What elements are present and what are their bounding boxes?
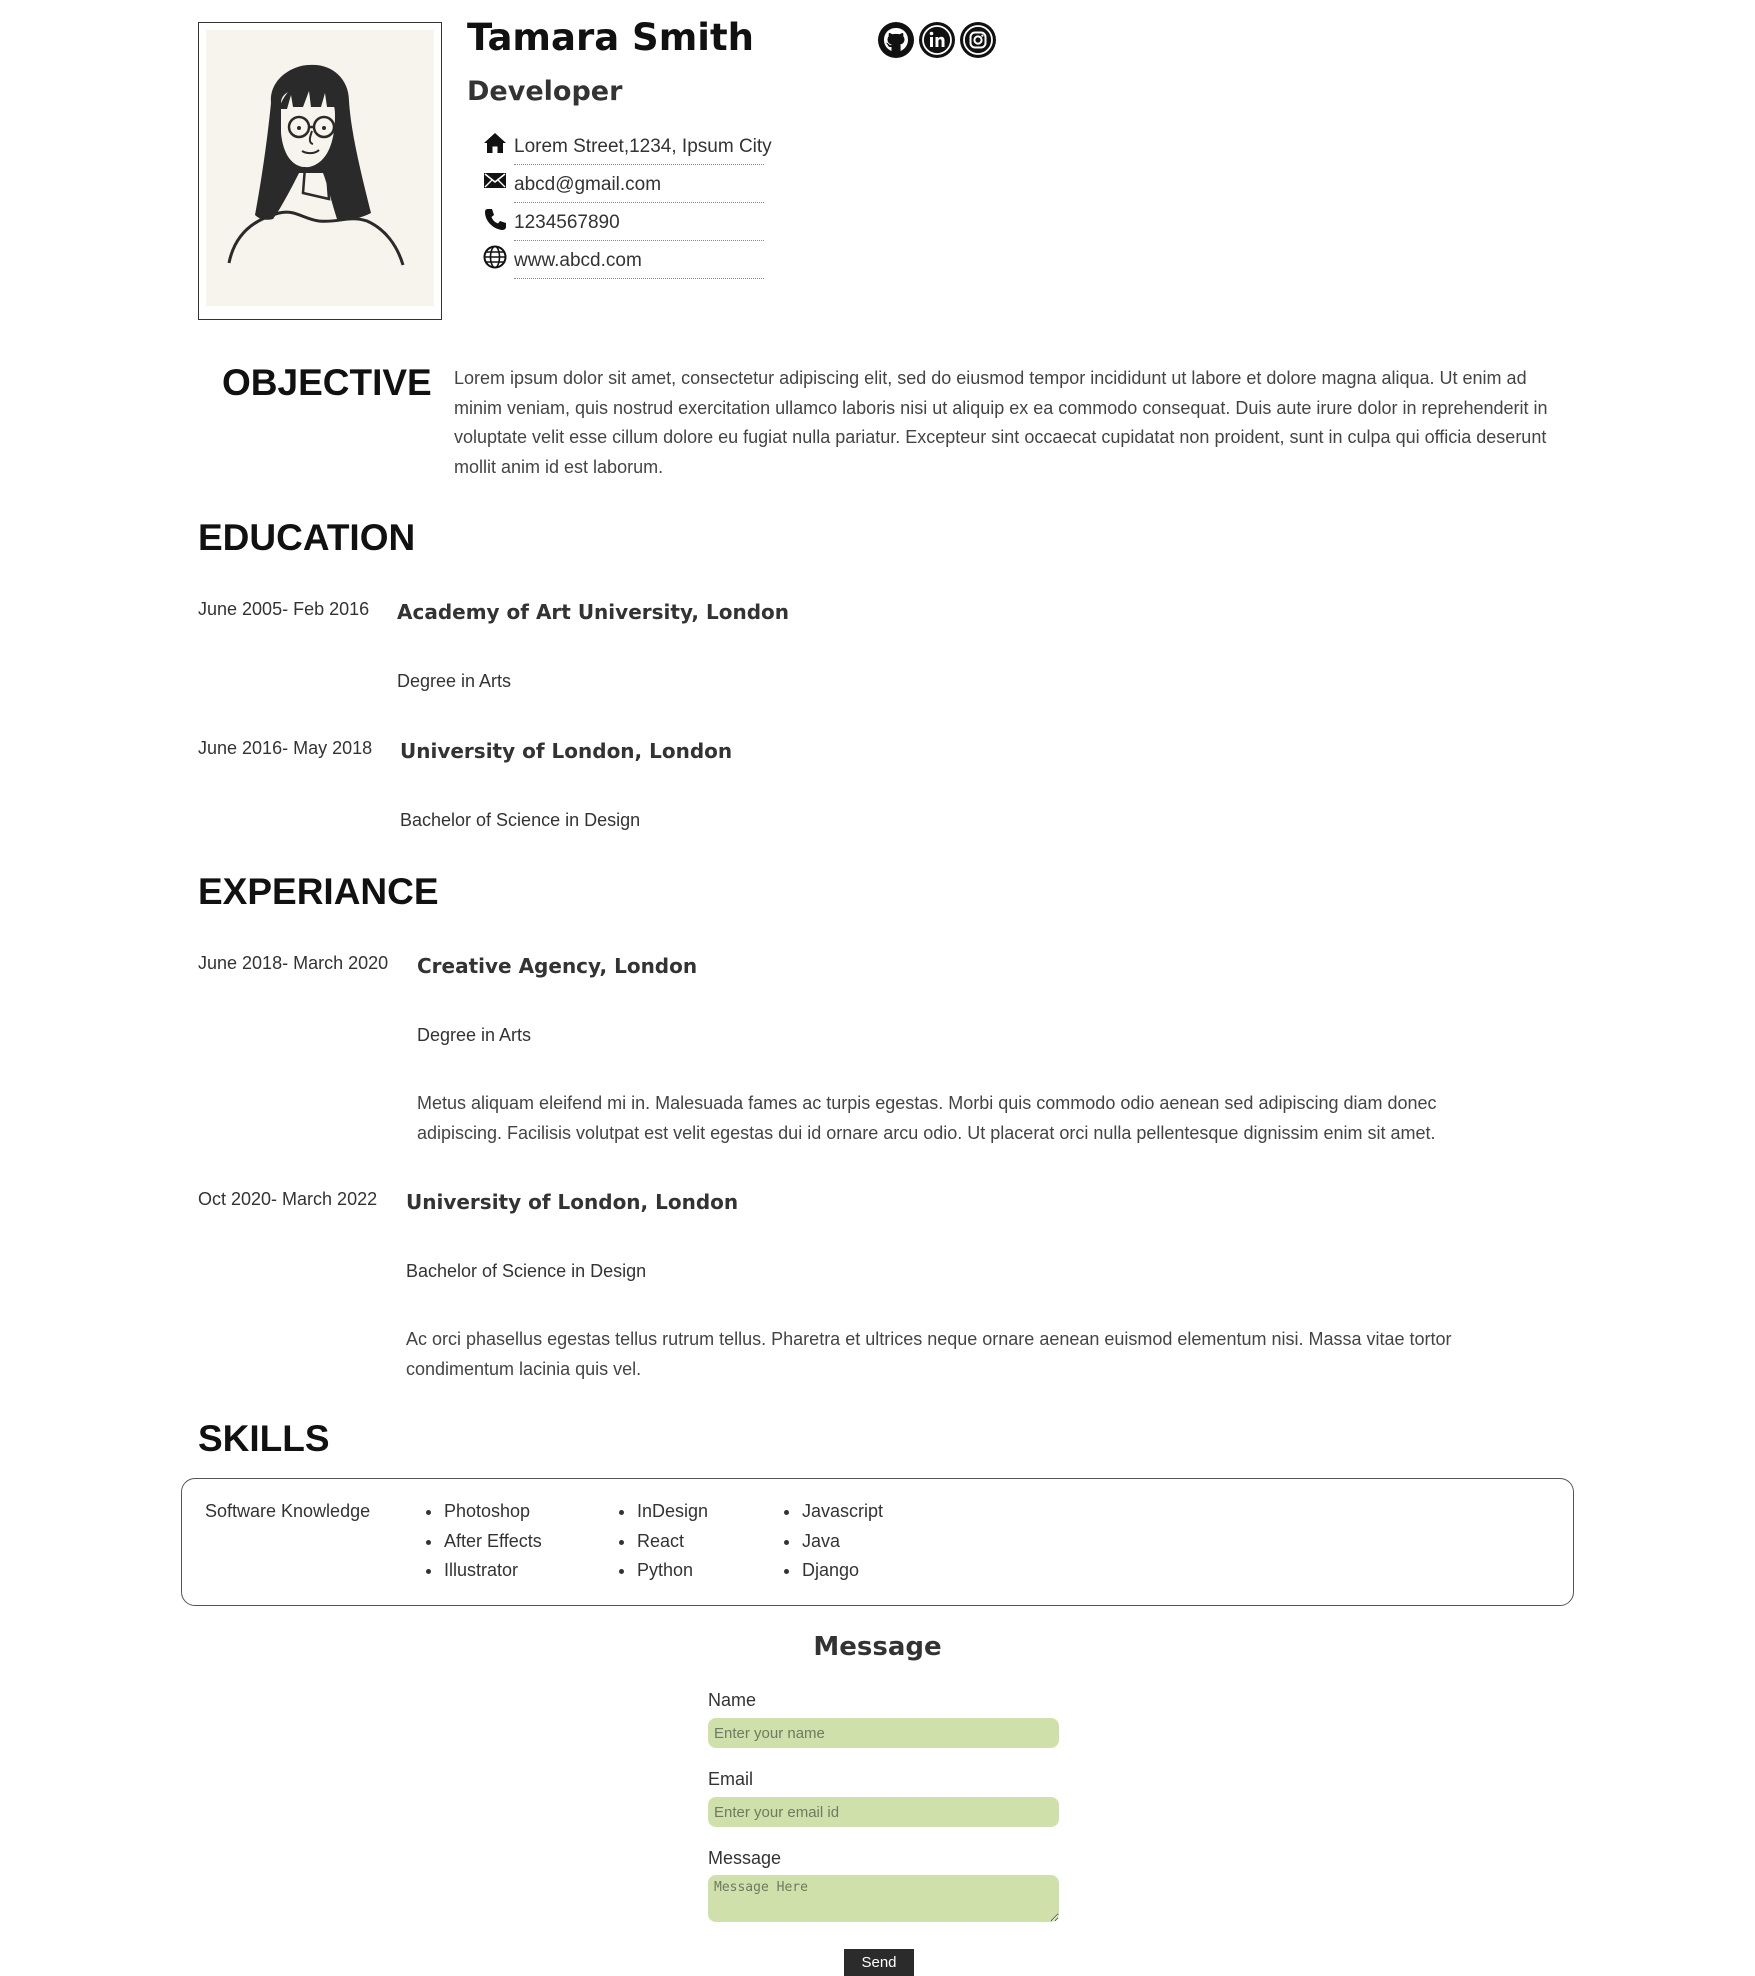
email-label: Email — [708, 1769, 754, 1789]
home-icon — [482, 130, 508, 156]
education-date: June 2016- May 2018 — [198, 738, 373, 758]
email-input[interactable] — [708, 1797, 1059, 1827]
profile-name: Tamara Smith — [467, 16, 754, 59]
profile-role: Developer — [467, 76, 623, 107]
skill-item: Photoshop — [422, 1497, 542, 1527]
experience-date: June 2018- March 2020 — [198, 953, 389, 973]
skills-column: InDesign React Python — [615, 1497, 708, 1586]
education-heading: EDUCATION — [198, 517, 416, 558]
profile-photo — [198, 22, 442, 320]
instagram-icon[interactable] — [960, 22, 996, 58]
skill-item: Django — [780, 1556, 883, 1586]
contact-divider — [514, 164, 764, 165]
skill-item: Java — [780, 1527, 883, 1557]
experience-heading: EXPERIANCE — [198, 871, 439, 912]
website-text[interactable]: www.abcd.com — [514, 250, 642, 272]
phone-text: 1234567890 — [514, 212, 620, 233]
education-degree: Degree in Arts — [397, 671, 512, 691]
contact-website: www.abcd.com — [482, 244, 764, 282]
skills-column: Photoshop After Effects Illustrator — [422, 1497, 542, 1586]
skill-item: Javascript — [780, 1497, 883, 1527]
message-label: Message — [708, 1848, 782, 1868]
experience-degree: Bachelor of Science in Design — [406, 1261, 647, 1281]
email-text[interactable]: abcd@gmail.com — [514, 174, 661, 196]
skill-item: React — [615, 1527, 708, 1557]
education-date: June 2005- Feb 2016 — [198, 599, 370, 619]
contact-divider — [514, 240, 764, 241]
contact-address: Lorem Street,1234, Ipsum City — [482, 130, 772, 168]
objective-heading: OBJECTIVE — [222, 362, 432, 403]
message-textarea[interactable] — [708, 1875, 1059, 1922]
message-form-title: Message — [813, 1632, 942, 1662]
skills-column: Javascript Java Django — [780, 1497, 883, 1586]
contact-divider — [514, 202, 764, 203]
address-text: Lorem Street,1234, Ipsum City — [514, 136, 772, 157]
name-input[interactable] — [708, 1718, 1059, 1748]
skill-item: After Effects — [422, 1527, 542, 1557]
contact-email: abcd@gmail.com — [482, 168, 764, 206]
skill-item: InDesign — [615, 1497, 708, 1527]
skills-label: Software Knowledge — [205, 1501, 371, 1521]
contact-phone: 1234567890 — [482, 206, 764, 244]
mail-icon — [482, 168, 508, 194]
skill-item: Illustrator — [422, 1556, 542, 1586]
skill-item: Python — [615, 1556, 708, 1586]
name-label: Name — [708, 1690, 757, 1710]
education-institution: University of London, London — [400, 739, 733, 763]
education-institution: Academy of Art University, London — [397, 600, 790, 624]
experience-date: Oct 2020- March 2022 — [198, 1189, 378, 1209]
linkedin-icon[interactable] — [919, 22, 955, 58]
experience-degree: Degree in Arts — [417, 1025, 532, 1045]
objective-text: Lorem ipsum dolor sit amet, consectetur … — [454, 368, 1548, 477]
experience-description: Ac orci phasellus egestas tellus rutrum … — [406, 1329, 1452, 1379]
send-button[interactable]: Send — [844, 1949, 914, 1976]
skills-heading: SKILLS — [198, 1418, 330, 1459]
globe-icon — [482, 244, 508, 270]
avatar-illustration — [227, 64, 405, 266]
experience-company: Creative Agency, London — [417, 954, 698, 978]
contact-divider — [514, 278, 764, 279]
github-icon[interactable] — [878, 22, 914, 58]
experience-company: University of London, London — [406, 1190, 739, 1214]
social-links — [878, 22, 996, 58]
phone-icon — [482, 206, 508, 232]
education-degree: Bachelor of Science in Design — [400, 810, 641, 830]
experience-description: Metus aliquam eleifend mi in. Malesuada … — [417, 1093, 1437, 1143]
